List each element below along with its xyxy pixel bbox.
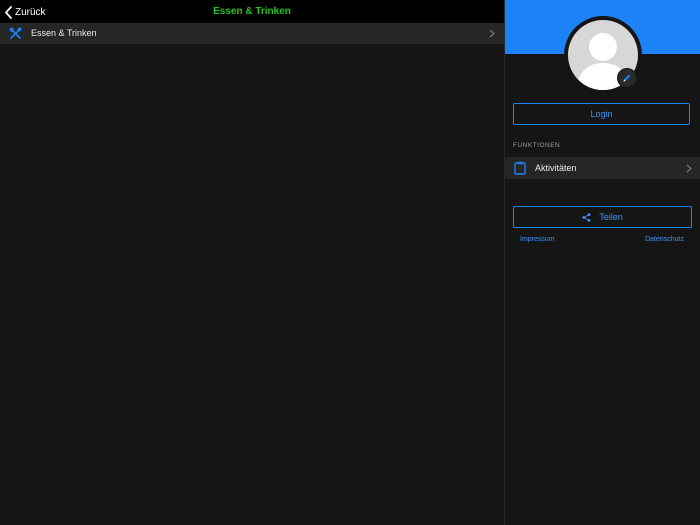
impressum-link[interactable]: Impressum: [520, 236, 555, 243]
navigation-bar: Zurück Essen & Trinken: [0, 0, 504, 23]
fork-knife-icon: [9, 27, 22, 39]
share-button[interactable]: Teilen: [513, 206, 692, 228]
list-item-label: Essen & Trinken: [31, 28, 97, 38]
pencil-icon: [623, 74, 631, 82]
page-title: Essen & Trinken: [213, 6, 291, 17]
edit-profile-button[interactable]: [617, 68, 637, 88]
datenschutz-link[interactable]: Datenschutz: [645, 236, 684, 243]
main-pane: Zurück Essen & Trinken Essen & Trinken: [0, 0, 504, 525]
share-icon: [582, 212, 591, 222]
section-heading-functions: FUNKTIONEN: [513, 142, 561, 149]
sidebar: Login FUNKTIONEN Aktivitäten Teilen Impr…: [505, 0, 700, 525]
clipboard-icon: [514, 161, 526, 175]
chevron-right-icon: [686, 164, 692, 173]
share-button-label: Teilen: [599, 212, 623, 222]
sidebar-item-label: Aktivitäten: [535, 163, 577, 173]
sidebar-item-aktivitaeten[interactable]: Aktivitäten: [505, 157, 700, 179]
list-item-essen-trinken[interactable]: Essen & Trinken: [0, 23, 504, 44]
chevron-right-icon: [489, 29, 495, 38]
login-button[interactable]: Login: [513, 103, 690, 125]
